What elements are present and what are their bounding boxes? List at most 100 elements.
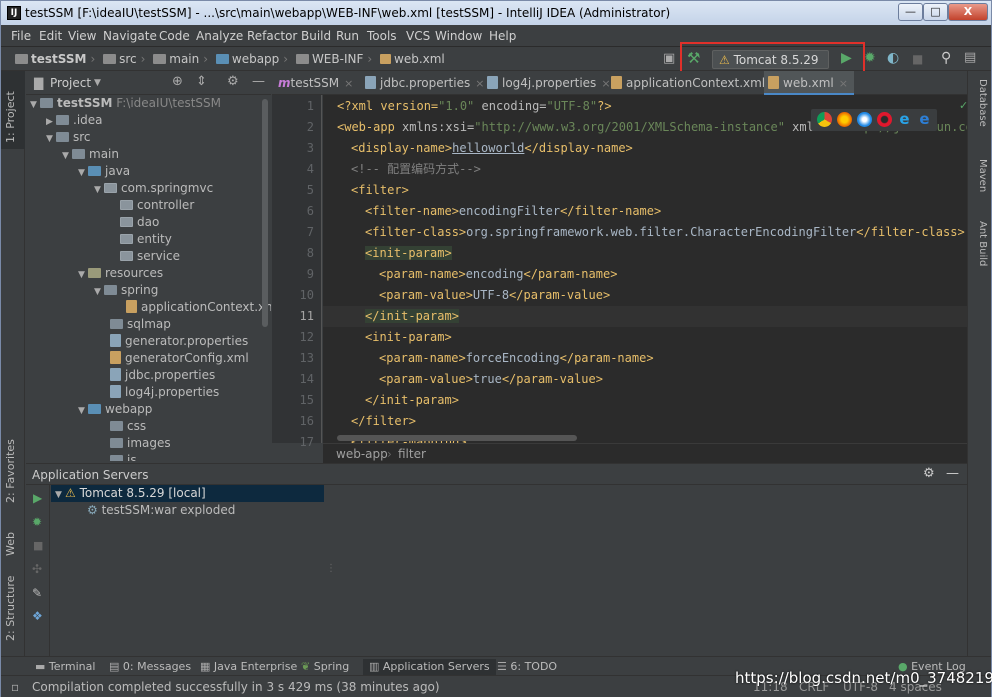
tree-item-java[interactable]: ▼ java (78, 163, 130, 180)
menu-code[interactable]: Code (159, 29, 190, 43)
artifacts-icon[interactable]: ❖ (32, 609, 43, 623)
menu-build[interactable]: Build (301, 29, 331, 43)
search-icon[interactable]: ⚲ (941, 51, 951, 65)
code-breadcrumb-filter[interactable]: filter (398, 447, 426, 461)
spring-tab[interactable]: ❦ Spring (301, 659, 349, 675)
debug-bug-icon[interactable]: ✹ (32, 515, 42, 529)
tree-item-js[interactable]: js (110, 452, 137, 461)
close-tab-icon[interactable]: × (839, 77, 848, 90)
breadcrumb-webapp[interactable]: webapp (232, 52, 279, 66)
close-tab-icon[interactable]: × (344, 77, 353, 90)
breadcrumb-main[interactable]: main (169, 52, 199, 66)
deploy-icon[interactable]: ✣ (32, 562, 42, 576)
breadcrumb-web-xml[interactable]: web.xml (394, 52, 445, 66)
menu-window[interactable]: Window (435, 29, 482, 43)
favorites-tool-tab[interactable]: 2: Favorites (4, 439, 17, 503)
menu-refactor[interactable]: Refactor (247, 29, 297, 43)
tree-item-generator-properties[interactable]: generator.properties (110, 333, 248, 350)
artifact-testssm-war-exploded[interactable]: ⚙ testSSM:war exploded (87, 502, 235, 519)
run-icon[interactable]: ▶ (33, 491, 42, 505)
hide-panel-icon[interactable]: — (252, 74, 265, 89)
menu-vcs[interactable]: VCS (406, 29, 430, 43)
menu-edit[interactable]: Edit (39, 29, 62, 43)
terminal-tab[interactable]: ▬ Terminal (35, 659, 95, 675)
tree-item-idea[interactable]: ▶ .idea (46, 112, 103, 129)
maximize-button[interactable]: □ (923, 3, 948, 21)
messages-tab[interactable]: ▤ 0: Messages (109, 659, 191, 675)
edge-icon[interactable]: e (917, 112, 932, 127)
tree-item-sqlmap[interactable]: sqlmap (110, 316, 171, 333)
tab-web-xml[interactable]: web.xml × (764, 71, 854, 95)
tree-item-main[interactable]: ▼ main (62, 146, 119, 163)
collapse-all-icon[interactable]: ⇕ (196, 74, 207, 89)
tab-applicationcontext-xml[interactable]: applicationContext.xml× (611, 71, 779, 95)
tree-item-webapp[interactable]: ▼ webapp (78, 401, 152, 418)
tree-item-applicationcontext-xml[interactable]: applicationContext.xml (126, 299, 271, 316)
tab-testssm[interactable]: mtestSSM × (278, 71, 353, 95)
gear-icon[interactable]: ⚙ (227, 74, 239, 89)
horizontal-scrollbar[interactable] (337, 435, 577, 441)
tree-item-com-springmvc[interactable]: ▼ com.springmvc (94, 180, 213, 197)
edit-configuration-icon[interactable]: ✎ (32, 586, 42, 600)
splitter-handle[interactable]: ⋮ (326, 563, 336, 574)
menu-tools[interactable]: Tools (367, 29, 397, 43)
chrome-icon[interactable] (817, 112, 832, 127)
tree-item-css[interactable]: css (110, 418, 146, 435)
ant-build-tool-tab[interactable]: Ant Build (977, 221, 988, 266)
tree-item-spring[interactable]: ▼ spring (94, 282, 158, 299)
breadcrumb-src[interactable]: src (119, 52, 137, 66)
firefox-icon[interactable] (837, 112, 852, 127)
maven-tool-tab[interactable]: Maven (977, 159, 988, 192)
close-tab-icon[interactable]: × (475, 77, 484, 90)
gear-icon[interactable]: ⚙ (923, 466, 935, 481)
project-structure-icon[interactable]: ▣ (663, 52, 675, 66)
server-tomcat-local[interactable]: ▼ ⚠ Tomcat 8.5.29 [local] (55, 485, 206, 502)
tree-item-dao[interactable]: dao (120, 214, 159, 231)
application-servers-tab[interactable]: ▥ Application Servers (363, 659, 496, 675)
tab-log4j-properties[interactable]: log4j.properties × (487, 71, 611, 95)
menu-file[interactable]: File (11, 29, 31, 43)
project-tool-tab[interactable]: 1: Project (4, 91, 17, 143)
menu-run[interactable]: Run (336, 29, 359, 43)
menu-analyze[interactable]: Analyze (196, 29, 243, 43)
menu-help[interactable]: Help (489, 29, 516, 43)
close-tab-icon[interactable]: × (601, 77, 610, 90)
tree-item-service[interactable]: service (120, 248, 180, 265)
locate-file-icon[interactable]: ⊕ (172, 74, 183, 89)
code-breadcrumb-web-app[interactable]: web-app (336, 447, 388, 461)
menu-navigate[interactable]: Navigate (103, 29, 157, 43)
tree-item-src[interactable]: ▼ src (46, 129, 91, 146)
tree-item-resources[interactable]: ▼ resources (78, 265, 163, 282)
tree-item-log4j-properties[interactable]: log4j.properties (110, 384, 219, 401)
web-tool-tab[interactable]: Web (4, 532, 17, 556)
minimize-button[interactable]: — (898, 3, 923, 21)
tree-item-generatorconfig-xml[interactable]: generatorConfig.xml (110, 350, 249, 367)
breadcrumb-project[interactable]: testSSM (31, 52, 86, 66)
tree-item-images[interactable]: images (110, 435, 171, 452)
stop-icon[interactable]: ■ (912, 52, 923, 66)
menu-view[interactable]: View (68, 29, 96, 43)
safari-icon[interactable] (857, 112, 872, 127)
stop-icon[interactable]: ■ (33, 539, 43, 552)
java-enterprise-tab[interactable]: ▦ Java Enterprise (200, 659, 297, 675)
project-scrollbar[interactable] (262, 99, 268, 327)
tree-item-entity[interactable]: entity (120, 231, 172, 248)
tree-item-jdbc-properties[interactable]: jdbc.properties (110, 367, 215, 384)
breadcrumb-web-inf[interactable]: WEB-INF (312, 52, 363, 66)
close-button[interactable]: X (948, 3, 988, 21)
tab-jdbc-properties[interactable]: jdbc.properties × (365, 71, 484, 95)
todo-tab[interactable]: ☰ 6: TODO (497, 659, 557, 675)
coverage-icon[interactable]: ◐ (887, 51, 899, 65)
show-diagram-icon[interactable]: ▤ (964, 51, 976, 65)
opera-icon[interactable] (877, 112, 892, 127)
chevron-down-icon[interactable]: ▼ (94, 78, 101, 88)
tree-item-testssm[interactable]: ▼ testSSM F:\ideaIU\testSSM (30, 95, 221, 112)
code-editor[interactable]: <?xml version="1.0" encoding="UTF-8"?> <… (323, 95, 967, 443)
project-panel-title[interactable]: Project (50, 76, 91, 90)
database-tool-tab[interactable]: Database (977, 79, 988, 127)
debug-bug-icon[interactable]: ✹ (864, 51, 876, 65)
structure-tool-tab[interactable]: 2: Structure (4, 576, 17, 641)
tree-item-controller[interactable]: controller (120, 197, 194, 214)
hide-panel-icon[interactable]: — (946, 466, 959, 481)
internet-explorer-icon[interactable]: e (897, 112, 912, 127)
